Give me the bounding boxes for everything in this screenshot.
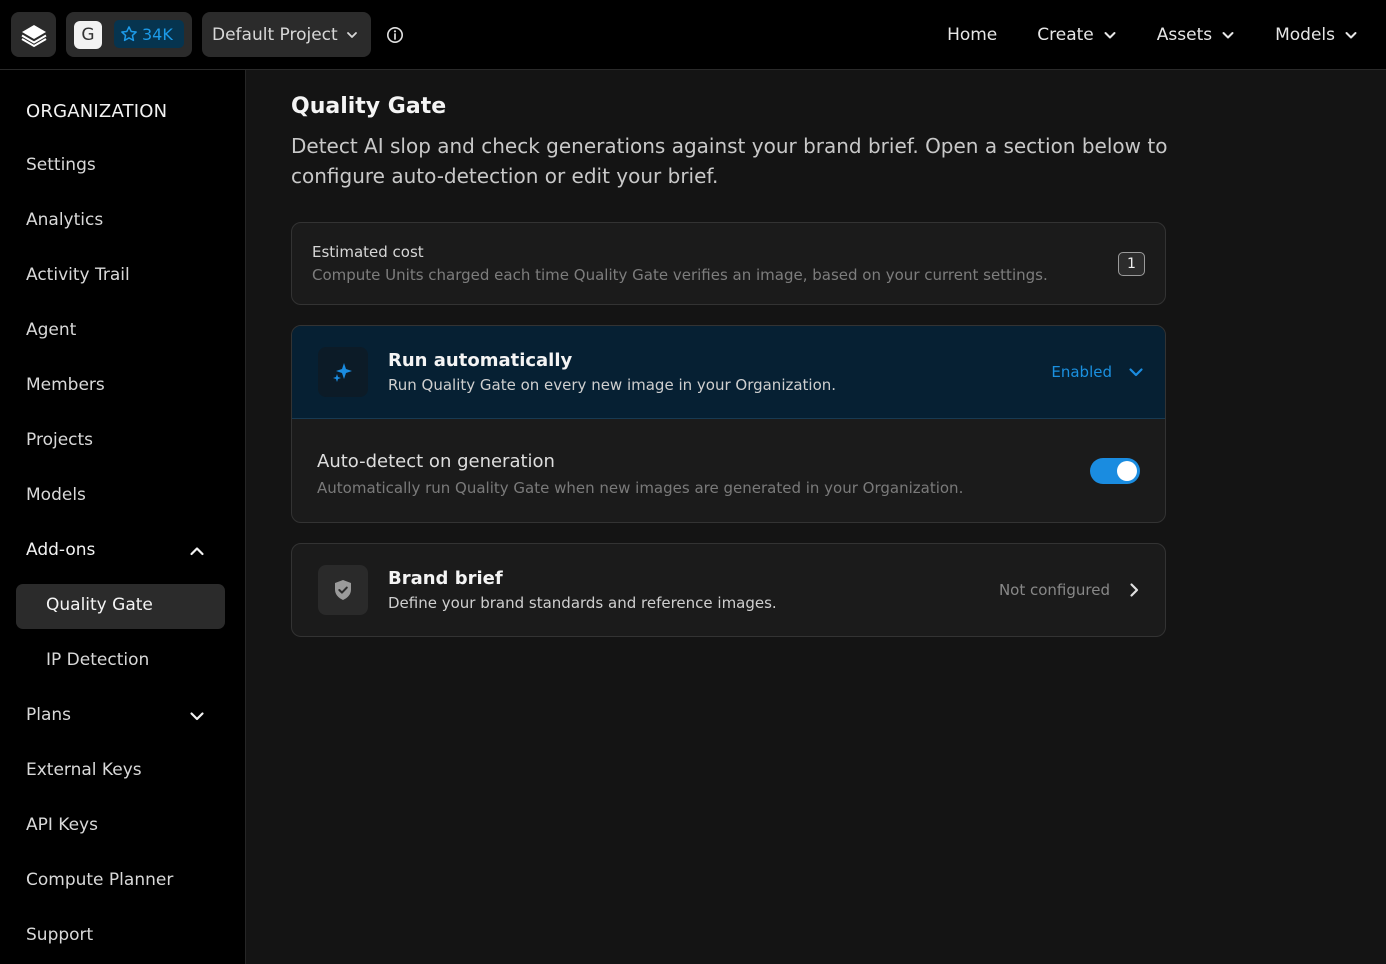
app-logo-button[interactable] <box>11 12 56 57</box>
page-title: Quality Gate <box>291 94 447 119</box>
layers-logo-icon <box>20 24 47 47</box>
auto-detect-toggle[interactable] <box>1090 458 1140 484</box>
shield-tile <box>318 565 368 615</box>
sidebar-item-agent[interactable]: Agent <box>26 320 76 340</box>
brand-brief-card[interactable]: Brand brief Define your brand standards … <box>291 543 1166 637</box>
chevron-right-icon[interactable] <box>1125 581 1143 599</box>
sidebar-item-support[interactable]: Support <box>26 925 93 945</box>
sidebar-item-plans[interactable]: Plans <box>26 705 71 725</box>
nav-models-label: Models <box>1275 25 1335 45</box>
account-avatar[interactable]: G <box>74 21 102 49</box>
nav-create-label: Create <box>1037 25 1094 45</box>
chevron-down-icon[interactable] <box>1127 363 1145 381</box>
nav-assets[interactable]: Assets <box>1157 25 1235 45</box>
chevron-down-icon[interactable] <box>188 707 206 725</box>
project-select[interactable]: Default Project <box>202 12 371 57</box>
sidebar: ORGANIZATION Settings Analytics Activity… <box>0 70 246 964</box>
chevron-down-icon <box>346 31 357 38</box>
auto-detect-title: Auto-detect on generation <box>317 451 555 472</box>
stars-count: 34K <box>142 24 173 44</box>
sparkles-icon <box>333 363 352 382</box>
sidebar-item-models[interactable]: Models <box>26 485 86 505</box>
nav-models[interactable]: Models <box>1275 25 1358 45</box>
chevron-up-icon[interactable] <box>188 542 206 560</box>
sidebar-item-api-keys[interactable]: API Keys <box>26 815 98 835</box>
estimated-cost-title: Estimated cost <box>312 243 424 261</box>
auto-detect-subtitle: Automatically run Quality Gate when new … <box>317 479 964 497</box>
run-automatically-title: Run automatically <box>388 350 573 371</box>
estimated-cost-card: Estimated cost Compute Units charged eac… <box>291 222 1166 305</box>
nav-home-label: Home <box>947 25 998 45</box>
run-automatically-status: Enabled <box>1051 363 1112 381</box>
chevron-down-icon <box>1104 32 1116 39</box>
info-icon[interactable] <box>386 26 404 44</box>
toggle-knob <box>1117 461 1137 481</box>
sidebar-heading: ORGANIZATION <box>26 101 168 122</box>
estimated-cost-subtitle: Compute Units charged each time Quality … <box>312 266 1048 284</box>
brand-brief-status: Not configured <box>998 581 1110 599</box>
sidebar-item-projects[interactable]: Projects <box>26 430 93 450</box>
sidebar-item-ip-detection[interactable]: IP Detection <box>46 650 149 670</box>
star-icon <box>121 26 137 42</box>
brand-brief-subtitle: Define your brand standards and referenc… <box>388 594 777 612</box>
estimated-cost-value: 1 <box>1118 252 1145 276</box>
sidebar-item-quality-gate[interactable]: Quality Gate <box>46 595 153 615</box>
chevron-down-icon <box>1345 32 1357 39</box>
sidebar-item-analytics[interactable]: Analytics <box>26 210 103 230</box>
page-description: Detect AI slop and check generations aga… <box>291 134 1168 188</box>
github-stars-badge[interactable]: 34K <box>114 20 184 48</box>
nav-create[interactable]: Create <box>1037 25 1117 45</box>
run-automatically-subtitle: Run Quality Gate on every new image in y… <box>388 376 837 394</box>
brand-brief-title: Brand brief <box>388 568 503 589</box>
sidebar-item-activity-trail[interactable]: Activity Trail <box>26 265 130 285</box>
nav-assets-label: Assets <box>1156 25 1213 45</box>
shield-check-icon <box>335 580 351 600</box>
sparkles-tile <box>318 347 368 397</box>
run-automatically-card: Run automatically Run Quality Gate on ev… <box>291 325 1166 523</box>
account-pill[interactable]: G 34K <box>66 12 192 57</box>
sidebar-item-settings[interactable]: Settings <box>26 155 96 175</box>
sidebar-item-external-keys[interactable]: External Keys <box>26 760 142 780</box>
top-nav: Home Create Assets Models <box>947 0 1358 70</box>
run-automatically-header[interactable]: Run automatically Run Quality Gate on ev… <box>292 326 1165 419</box>
project-name: Default Project <box>212 24 338 45</box>
sidebar-item-addons[interactable]: Add-ons <box>26 540 95 560</box>
sidebar-item-compute-planner[interactable]: Compute Planner <box>26 870 173 890</box>
top-bar: G 34K Default Project Home Create Assets… <box>0 0 1386 70</box>
sidebar-item-members[interactable]: Members <box>26 375 105 395</box>
chevron-down-icon <box>1222 32 1234 39</box>
nav-home[interactable]: Home <box>947 25 997 45</box>
